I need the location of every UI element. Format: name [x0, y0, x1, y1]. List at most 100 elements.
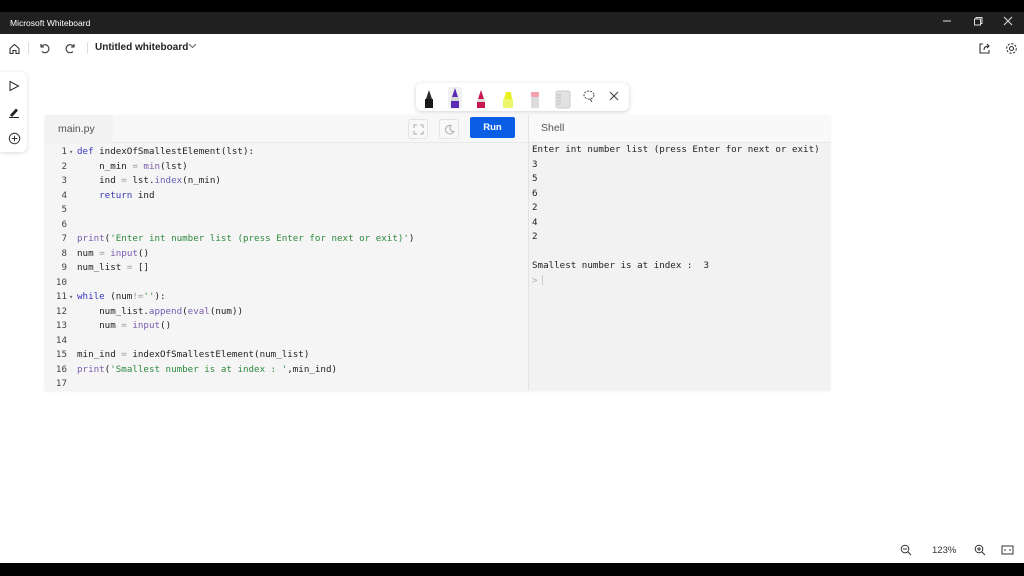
select-icon: [9, 80, 20, 92]
shell-output-line: 6: [532, 187, 538, 199]
line-number: 9: [61, 262, 67, 273]
fullscreen-icon: [413, 124, 423, 134]
settings-icon: [1005, 42, 1017, 54]
black-pen-button[interactable]: [422, 87, 436, 109]
code-text: num = input(): [77, 247, 149, 259]
shell-panel: Shell Enter int number list (press Enter…: [528, 115, 831, 390]
line-number: 17: [55, 378, 67, 389]
close-window-button[interactable]: [1000, 16, 1016, 30]
minimize-icon: [943, 20, 951, 22]
divider: [28, 42, 29, 54]
red-pen-button[interactable]: [474, 87, 488, 109]
line-number: 5: [61, 204, 67, 215]
fold-toggle-icon[interactable]: ▾: [69, 290, 73, 305]
shell-output-line: Enter int number list (press Enter for n…: [532, 144, 820, 155]
zoom-in-icon: [974, 544, 986, 556]
fit-to-screen-button[interactable]: [1000, 543, 1014, 557]
close-tray-button[interactable]: [608, 89, 622, 111]
line-number: 16: [55, 363, 67, 375]
select-tool-button[interactable]: [6, 78, 22, 94]
line-number: 2: [61, 160, 67, 172]
line-number: 12: [55, 305, 67, 317]
home-icon: [8, 43, 20, 54]
fold-toggle-icon[interactable]: ▾: [69, 145, 73, 160]
line-number: 15: [55, 349, 67, 360]
title-bar: Microsoft Whiteboard: [0, 12, 1024, 34]
text-caret: [541, 275, 543, 285]
black-pen-icon: [425, 90, 433, 108]
file-tab[interactable]: main.py: [45, 115, 113, 143]
shell-output-line: [532, 245, 820, 260]
undo-button[interactable]: [36, 40, 52, 56]
code-text: def indexOfSmallestElement(lst):: [77, 146, 255, 157]
shell-prompt[interactable]: >: [532, 274, 820, 289]
fullscreen-button[interactable]: [408, 119, 428, 139]
zoom-in-button[interactable]: [973, 543, 987, 557]
share-button[interactable]: [976, 40, 992, 56]
code-editor-widget: main.py Run 1 ▾ def indexOfSmallestElement…: [45, 115, 831, 390]
run-button[interactable]: Run: [470, 117, 515, 138]
screen-top-edge: [0, 0, 1024, 12]
code-text: print('Smallest number is at index : ',m…: [77, 363, 338, 375]
line-number: 10: [55, 276, 67, 288]
shell-output-line: 2: [532, 231, 538, 242]
code-text: return ind: [99, 189, 155, 201]
add-button[interactable]: [6, 130, 22, 146]
line-number: 13: [55, 320, 67, 331]
home-button[interactable]: [6, 40, 22, 56]
redo-icon: [65, 44, 75, 54]
pen-tray: [416, 83, 629, 111]
divider: [87, 42, 88, 54]
eraser-icon: [531, 92, 539, 108]
lasso-icon: [583, 90, 595, 103]
code-text: while (num!=''):: [77, 291, 166, 302]
settings-button[interactable]: [1003, 40, 1019, 56]
purple-pen-icon: [451, 88, 459, 108]
pen-tool-button[interactable]: [6, 104, 22, 120]
zoom-level: 123%: [932, 545, 957, 556]
code-text: ind = lst.index(n_min): [77, 175, 221, 186]
red-pen-icon: [477, 90, 485, 108]
line-number: 7: [61, 233, 67, 244]
line-number: 11: [55, 291, 67, 302]
highlighter-icon: [503, 92, 513, 108]
redo-button[interactable]: [63, 40, 79, 56]
eraser-button[interactable]: [528, 87, 542, 109]
zoom-out-icon: [900, 544, 912, 556]
shell-output-line: 5: [532, 173, 538, 184]
close-icon: [609, 91, 619, 101]
close-icon: [1003, 16, 1013, 26]
shell-tab[interactable]: Shell: [529, 115, 831, 143]
code-text: min_ind = indexOfSmallestElement(num_lis…: [77, 349, 310, 360]
add-icon: [8, 132, 20, 144]
code-text: num_list.append(eval(num)): [77, 305, 244, 317]
minimize-button[interactable]: [939, 16, 955, 30]
fit-screen-icon: [1001, 545, 1013, 555]
shell-output-line: Smallest number is at index : 3: [532, 260, 710, 271]
pen-icon: [9, 108, 19, 118]
zoom-controls: 123%: [892, 538, 1024, 563]
ruler-button[interactable]: [555, 87, 571, 109]
app-toolbar: Untitled whiteboard: [0, 34, 1024, 61]
shell-output-line: 3: [532, 158, 538, 170]
code-area[interactable]: 1 ▾ def indexOfSmallestElement(lst): 2 n_mi…: [45, 143, 528, 390]
chevron-down-icon: [188, 43, 197, 49]
restore-button[interactable]: [970, 16, 986, 30]
line-number: 3: [61, 175, 67, 186]
purple-pen-button[interactable]: [448, 87, 462, 109]
editor-header: main.py Run: [45, 115, 528, 143]
title-dropdown-button[interactable]: [188, 41, 197, 52]
screen-bottom-edge: [0, 563, 1024, 576]
code-text: num_list = []: [77, 262, 149, 273]
zoom-out-button[interactable]: [899, 543, 913, 557]
dark-mode-button[interactable]: [439, 119, 459, 139]
line-number: 6: [61, 218, 67, 230]
line-number: 8: [61, 247, 67, 259]
code-text: print('Enter int number list (press Ente…: [77, 233, 415, 244]
shell-output[interactable]: Enter int number list (press Enter for n…: [532, 143, 820, 288]
line-number: 1: [61, 146, 67, 157]
lasso-button[interactable]: [582, 89, 596, 111]
whiteboard-title[interactable]: Untitled whiteboard: [95, 42, 188, 53]
app-title: Microsoft Whiteboard: [10, 18, 91, 28]
highlighter-button[interactable]: [501, 87, 515, 109]
